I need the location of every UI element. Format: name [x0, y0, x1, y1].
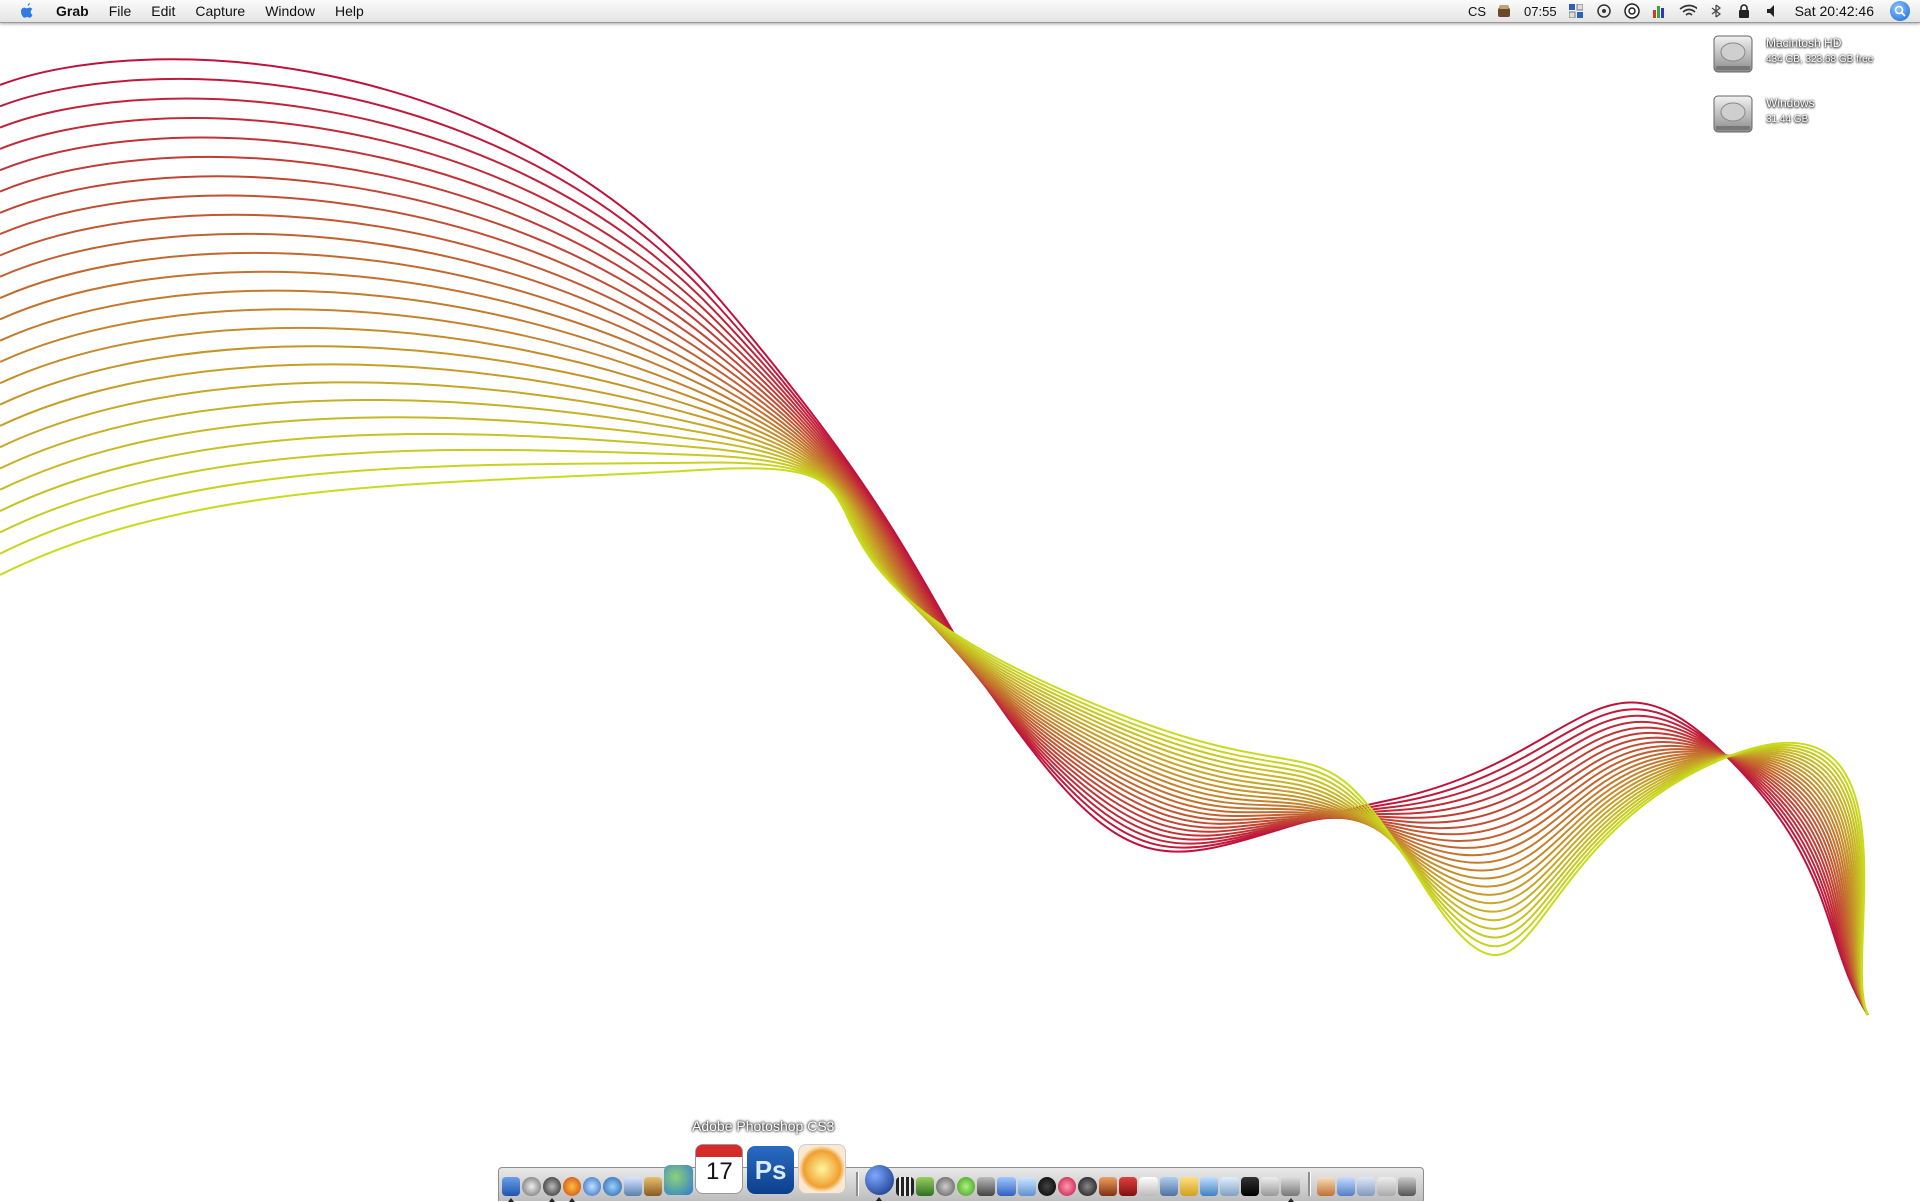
- sync-icon[interactable]: [1595, 2, 1613, 20]
- wave-line: [0, 136, 1869, 1016]
- wave-line: [0, 308, 1869, 1016]
- terminal-icon[interactable]: [1240, 1177, 1260, 1196]
- camino-icon[interactable]: [542, 1177, 561, 1202]
- menu-file[interactable]: File: [109, 0, 132, 22]
- dock-separator: [855, 1172, 859, 1196]
- drive-info: 31.44 GB: [1766, 114, 1809, 125]
- safari-icon[interactable]: [583, 1177, 602, 1196]
- app-icon-6[interactable]: [1058, 1177, 1077, 1196]
- dock-hover-label: Adobe Photoshop CS3: [692, 1118, 835, 1134]
- spaces-icon[interactable]: [1567, 2, 1585, 20]
- wave-line: [0, 399, 1869, 1016]
- wave-line: [0, 433, 1869, 1016]
- drive-info: 434 GB, 323.68 GB free: [1766, 54, 1874, 65]
- wave-line: [0, 97, 1869, 1016]
- menu-help[interactable]: Help: [335, 0, 364, 22]
- apple-menu-icon[interactable]: [16, 0, 38, 22]
- finder-icon[interactable]: [502, 1177, 521, 1202]
- quicksilver-icon[interactable]: [1623, 2, 1641, 20]
- downloads-folder-icon[interactable]: [1377, 1177, 1396, 1196]
- ical-date: 17: [706, 1158, 733, 1185]
- dock-icons: 17 Ps: [502, 1135, 1418, 1202]
- bluetooth-icon[interactable]: [1707, 2, 1725, 20]
- app-icon-4[interactable]: [976, 1177, 996, 1196]
- app-icon-15[interactable]: [1261, 1177, 1280, 1196]
- wave-line: [0, 461, 1869, 1016]
- wave-line: [0, 326, 1869, 1016]
- word-icon[interactable]: [997, 1177, 1016, 1196]
- app-icon-7[interactable]: [1078, 1177, 1097, 1196]
- photoshop-label: Ps: [754, 1154, 787, 1185]
- desktop-drive-macintosh-hd[interactable]: Macintosh HD 434 GB, 323.68 GB free: [1708, 28, 1918, 84]
- photoshop-icon[interactable]: Ps: [747, 1146, 794, 1194]
- wave-line: [0, 251, 1869, 1016]
- coffee-icon[interactable]: [1496, 2, 1514, 20]
- menu-edit[interactable]: Edit: [151, 0, 175, 22]
- app-icon-3[interactable]: [956, 1177, 975, 1196]
- mail-icon[interactable]: [623, 1177, 643, 1196]
- hard-drive-icon: [1713, 35, 1753, 73]
- menu-window[interactable]: Window: [265, 0, 315, 22]
- wave-line: [0, 289, 1869, 1016]
- wave-line: [0, 175, 1869, 1016]
- wave-line: [0, 467, 1869, 1016]
- messenger-icon[interactable]: [664, 1165, 694, 1195]
- wallpaper-waves: [0, 58, 1869, 1016]
- app-icon-9[interactable]: [1119, 1177, 1138, 1196]
- wifi-icon[interactable]: [1679, 2, 1697, 20]
- app-icon-11[interactable]: [1159, 1177, 1178, 1196]
- wave-line: [0, 77, 1869, 1016]
- menu-app-name[interactable]: Grab: [56, 0, 89, 22]
- itunes-icon[interactable]: [1017, 1177, 1036, 1196]
- wave-line: [0, 155, 1869, 1016]
- menu-capture[interactable]: Capture: [195, 0, 245, 22]
- dock-separator: [1307, 1172, 1311, 1196]
- app-icon-14[interactable]: [1220, 1177, 1239, 1196]
- app-icon-2[interactable]: [936, 1177, 955, 1196]
- wave-line: [0, 363, 1869, 1016]
- istat-icon[interactable]: [1651, 2, 1669, 20]
- app-icon-8[interactable]: [1098, 1177, 1117, 1196]
- desktop-drive-windows[interactable]: Windows 31.44 GB: [1708, 88, 1918, 144]
- hard-drive-icon: [1713, 95, 1753, 133]
- documents-folder-icon[interactable]: [1357, 1177, 1376, 1196]
- drive-name: Windows: [1766, 96, 1815, 110]
- battery-time[interactable]: 07:55: [1524, 4, 1557, 19]
- guitar-icon[interactable]: [644, 1177, 663, 1196]
- wave-line: [0, 416, 1869, 1016]
- app-icon-1[interactable]: [916, 1177, 935, 1196]
- cs-status-text[interactable]: CS: [1468, 4, 1486, 19]
- app-icon-13[interactable]: [1200, 1177, 1219, 1196]
- dashboard-icon[interactable]: [522, 1177, 541, 1196]
- globe-app-icon[interactable]: [864, 1165, 894, 1201]
- ical-icon[interactable]: 17: [695, 1144, 744, 1194]
- wave-line: [0, 345, 1869, 1016]
- network-globe-icon[interactable]: [603, 1177, 622, 1196]
- app-icon-5[interactable]: [1037, 1177, 1057, 1196]
- clapper-icon[interactable]: [895, 1177, 915, 1196]
- spotlight-search-icon[interactable]: [1890, 1, 1910, 21]
- app-icon-16[interactable]: [1281, 1177, 1300, 1202]
- trash-icon[interactable]: [1397, 1177, 1417, 1196]
- app-icon-10[interactable]: [1139, 1177, 1158, 1196]
- home-folder-icon[interactable]: [1316, 1177, 1335, 1196]
- wave-line: [0, 448, 1869, 1016]
- lock-icon[interactable]: [1735, 2, 1753, 20]
- volume-icon[interactable]: [1763, 2, 1781, 20]
- aperture-flower-icon[interactable]: [797, 1144, 846, 1194]
- app-icon-12[interactable]: [1179, 1177, 1199, 1196]
- drive-name: Macintosh HD: [1766, 36, 1842, 50]
- wave-line: [0, 58, 1869, 1016]
- menu-bar: Grab File Edit Capture Window Help CS 07…: [0, 0, 1920, 23]
- menubar-clock[interactable]: Sat 20:42:46: [1795, 3, 1874, 19]
- applications-folder-icon[interactable]: [1336, 1177, 1356, 1196]
- firefox-icon[interactable]: [562, 1177, 582, 1202]
